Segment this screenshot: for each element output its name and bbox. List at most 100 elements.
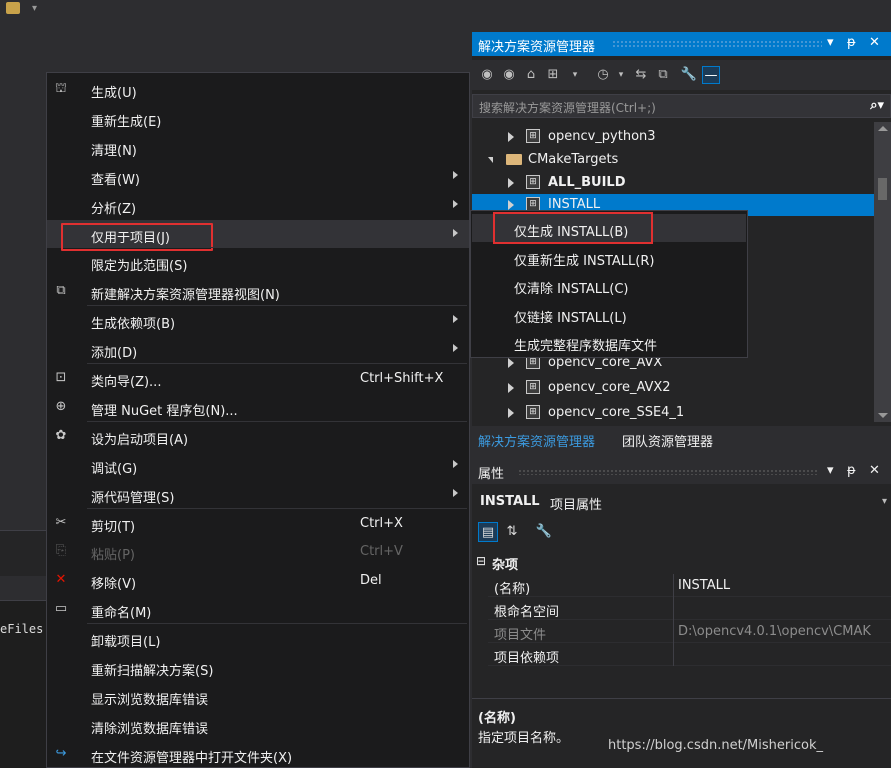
menu-item[interactable]: ⛫ 生成(U)	[47, 75, 469, 103]
tab-solution-explorer[interactable]: 解决方案资源管理器	[478, 431, 595, 450]
property-value[interactable]: INSTALL	[678, 578, 730, 593]
menu-item[interactable]: ✂ 剪切(T) Ctrl+X	[47, 509, 469, 537]
tree-item[interactable]: CMakeTargets	[472, 149, 874, 171]
pending-dropdown-icon[interactable]: ▾	[612, 66, 630, 84]
chevron-down-icon[interactable]: ▾	[882, 496, 887, 507]
home-icon[interactable]: ⌂	[522, 66, 540, 84]
categorized-icon[interactable]: ▤	[478, 522, 498, 542]
menu-item[interactable]: 清除浏览数据库错误	[47, 711, 469, 739]
menu-item[interactable]: ✿ 设为启动项目(A)	[47, 422, 469, 450]
search-icon[interactable]: ⌕▾	[870, 98, 884, 113]
menu-item-label: 粘贴(P)	[91, 548, 135, 564]
pin-icon[interactable]: ᵽ	[847, 463, 856, 478]
menu-item[interactable]: 生成依赖项(B)	[47, 306, 469, 334]
collapsed-icon[interactable]	[508, 178, 514, 188]
tab-team-explorer[interactable]: 团队资源管理器	[622, 431, 713, 450]
title-grip	[518, 469, 818, 475]
tree-item[interactable]: ⊞ ALL_BUILD	[472, 172, 874, 194]
code-fragment: eFiles	[0, 622, 44, 636]
menu-item[interactable]: 仅用于项目(J)	[47, 219, 469, 251]
collapsed-icon[interactable]	[508, 383, 514, 393]
menu-item[interactable]: 重新生成(E)	[47, 104, 469, 132]
pin-icon[interactable]: ᵽ	[847, 35, 856, 50]
category-row[interactable]: ⊟ 杂项	[472, 550, 891, 574]
switch-views-dropdown-icon[interactable]: ▾	[566, 66, 584, 84]
menu-item[interactable]: ⊡ 类向导(Z)... Ctrl+Shift+X	[47, 364, 469, 392]
properties-wrench-icon[interactable]: 🔧	[680, 66, 698, 84]
sync-icon[interactable]: ⇆	[632, 66, 650, 84]
tree-scrollbar[interactable]	[874, 122, 891, 422]
submenu-item[interactable]: 仅生成 INSTALL(B)	[472, 214, 746, 242]
menu-item[interactable]: ↪ 在文件资源管理器中打开文件夹(X)	[47, 740, 469, 768]
menu-item[interactable]: 分析(Z)	[47, 191, 469, 219]
category-label: 杂项	[492, 558, 519, 573]
solution-explorer-search[interactable]: 搜索解决方案资源管理器(Ctrl+;) ⌕▾	[472, 94, 891, 118]
menu-item-label: 卸载项目(L)	[91, 635, 161, 651]
search-input[interactable]: 搜索解决方案资源管理器(Ctrl+;)	[479, 99, 656, 116]
menu-item[interactable]: 清理(N)	[47, 133, 469, 161]
menu-item[interactable]: 源代码管理(S)	[47, 480, 469, 508]
menu-item-label: 重新生成(E)	[91, 114, 162, 130]
menu-item-label: 新建解决方案资源管理器视图(N)	[91, 288, 280, 304]
tree-item[interactable]: ⊞ opencv_core_SSE4_1	[472, 402, 874, 424]
tree-item[interactable]: ⊞ opencv_core_AVX2	[472, 377, 874, 399]
property-row[interactable]: (名称) INSTALL	[488, 574, 891, 597]
menu-item[interactable]: ⎘ 粘贴(P) Ctrl+V	[47, 537, 469, 565]
collapse-all-icon[interactable]: ⧉	[654, 66, 672, 84]
menu-item[interactable]: ⧉ 新建解决方案资源管理器视图(N)	[47, 277, 469, 305]
menu-item[interactable]: 卸载项目(L)	[47, 624, 469, 652]
menu-item[interactable]: ▭ 重命名(M)	[47, 595, 469, 623]
solution-explorer-title: 解决方案资源管理器	[478, 40, 596, 55]
toolbar-dropdown-icon[interactable]: ▾	[32, 3, 37, 14]
property-key: 项目文件	[494, 628, 547, 643]
preview-pin-icon[interactable]: —	[702, 66, 720, 84]
switch-views-icon[interactable]: ⊞	[544, 66, 562, 84]
back-icon[interactable]: ◉	[478, 66, 496, 84]
tree-item[interactable]: ⊞ opencv_python3	[472, 126, 874, 148]
menu-item-label: 清除浏览数据库错误	[91, 721, 209, 737]
menu-item[interactable]: 限定为此范围(S)	[47, 248, 469, 276]
menu-item-label: 限定为此范围(S)	[91, 259, 188, 275]
description-pane: (名称) 指定项目名称。	[472, 698, 891, 768]
collapsed-icon[interactable]	[508, 200, 514, 210]
collapsed-icon[interactable]	[508, 358, 514, 368]
pending-changes-icon[interactable]: ◷	[594, 66, 612, 84]
property-row[interactable]: 根命名空间	[488, 597, 891, 620]
submenu-item[interactable]: 仅清除 INSTALL(C)	[472, 271, 746, 299]
menu-item[interactable]: 显示浏览数据库错误	[47, 682, 469, 710]
project-icon: ⊞	[526, 129, 540, 143]
menu-item[interactable]: 添加(D)	[47, 335, 469, 363]
scroll-up-icon[interactable]	[878, 126, 888, 131]
panel-menu-icon[interactable]: ▾	[827, 35, 834, 50]
close-icon[interactable]: ✕	[869, 35, 880, 50]
expanded-icon[interactable]	[488, 157, 493, 163]
menu-item[interactable]: 重新扫描解决方案(S)	[47, 653, 469, 681]
menu-item[interactable]: ⊕ 管理 NuGet 程序包(N)...	[47, 393, 469, 421]
collapsed-icon[interactable]	[508, 132, 514, 142]
property-pages-icon[interactable]: 🔧	[534, 522, 554, 542]
property-value[interactable]: D:\opencv4.0.1\opencv\CMAK	[678, 624, 871, 639]
submenu-item[interactable]: 生成完整程序数据库文件	[472, 328, 746, 356]
alphabetical-icon[interactable]: ⇅	[502, 522, 522, 542]
scroll-down-icon[interactable]	[878, 413, 888, 418]
menu-item[interactable]: ✕ 移除(V) Del	[47, 566, 469, 594]
submenu-arrow-icon	[453, 315, 458, 324]
object-selector[interactable]: INSTALL 项目属性 ▾	[472, 490, 891, 514]
panel-menu-icon[interactable]: ▾	[827, 463, 834, 478]
forward-icon[interactable]: ◉	[500, 66, 518, 84]
toolbar-icon[interactable]	[6, 2, 20, 14]
property-row[interactable]: 项目文件 D:\opencv4.0.1\opencv\CMAK	[488, 620, 891, 643]
close-icon[interactable]: ✕	[869, 463, 880, 478]
collapse-icon[interactable]: ⊟	[476, 554, 486, 568]
property-row[interactable]: 项目依赖项	[488, 643, 891, 666]
submenu-item[interactable]: 仅链接 INSTALL(L)	[472, 300, 746, 328]
tree-item-label: opencv_core_SSE4_1	[548, 405, 685, 420]
menu-item[interactable]: 调试(G)	[47, 451, 469, 479]
collapsed-icon[interactable]	[508, 408, 514, 418]
scroll-thumb[interactable]	[878, 178, 887, 200]
submenu-item[interactable]: 仅重新生成 INSTALL(R)	[472, 243, 746, 271]
menu-item[interactable]: 查看(W)	[47, 162, 469, 190]
new-view-icon: ⧉	[56, 283, 66, 299]
properties-titlebar: 属性 ▾ ᵽ ✕	[472, 458, 891, 484]
menu-item-label: 清理(N)	[91, 143, 137, 159]
